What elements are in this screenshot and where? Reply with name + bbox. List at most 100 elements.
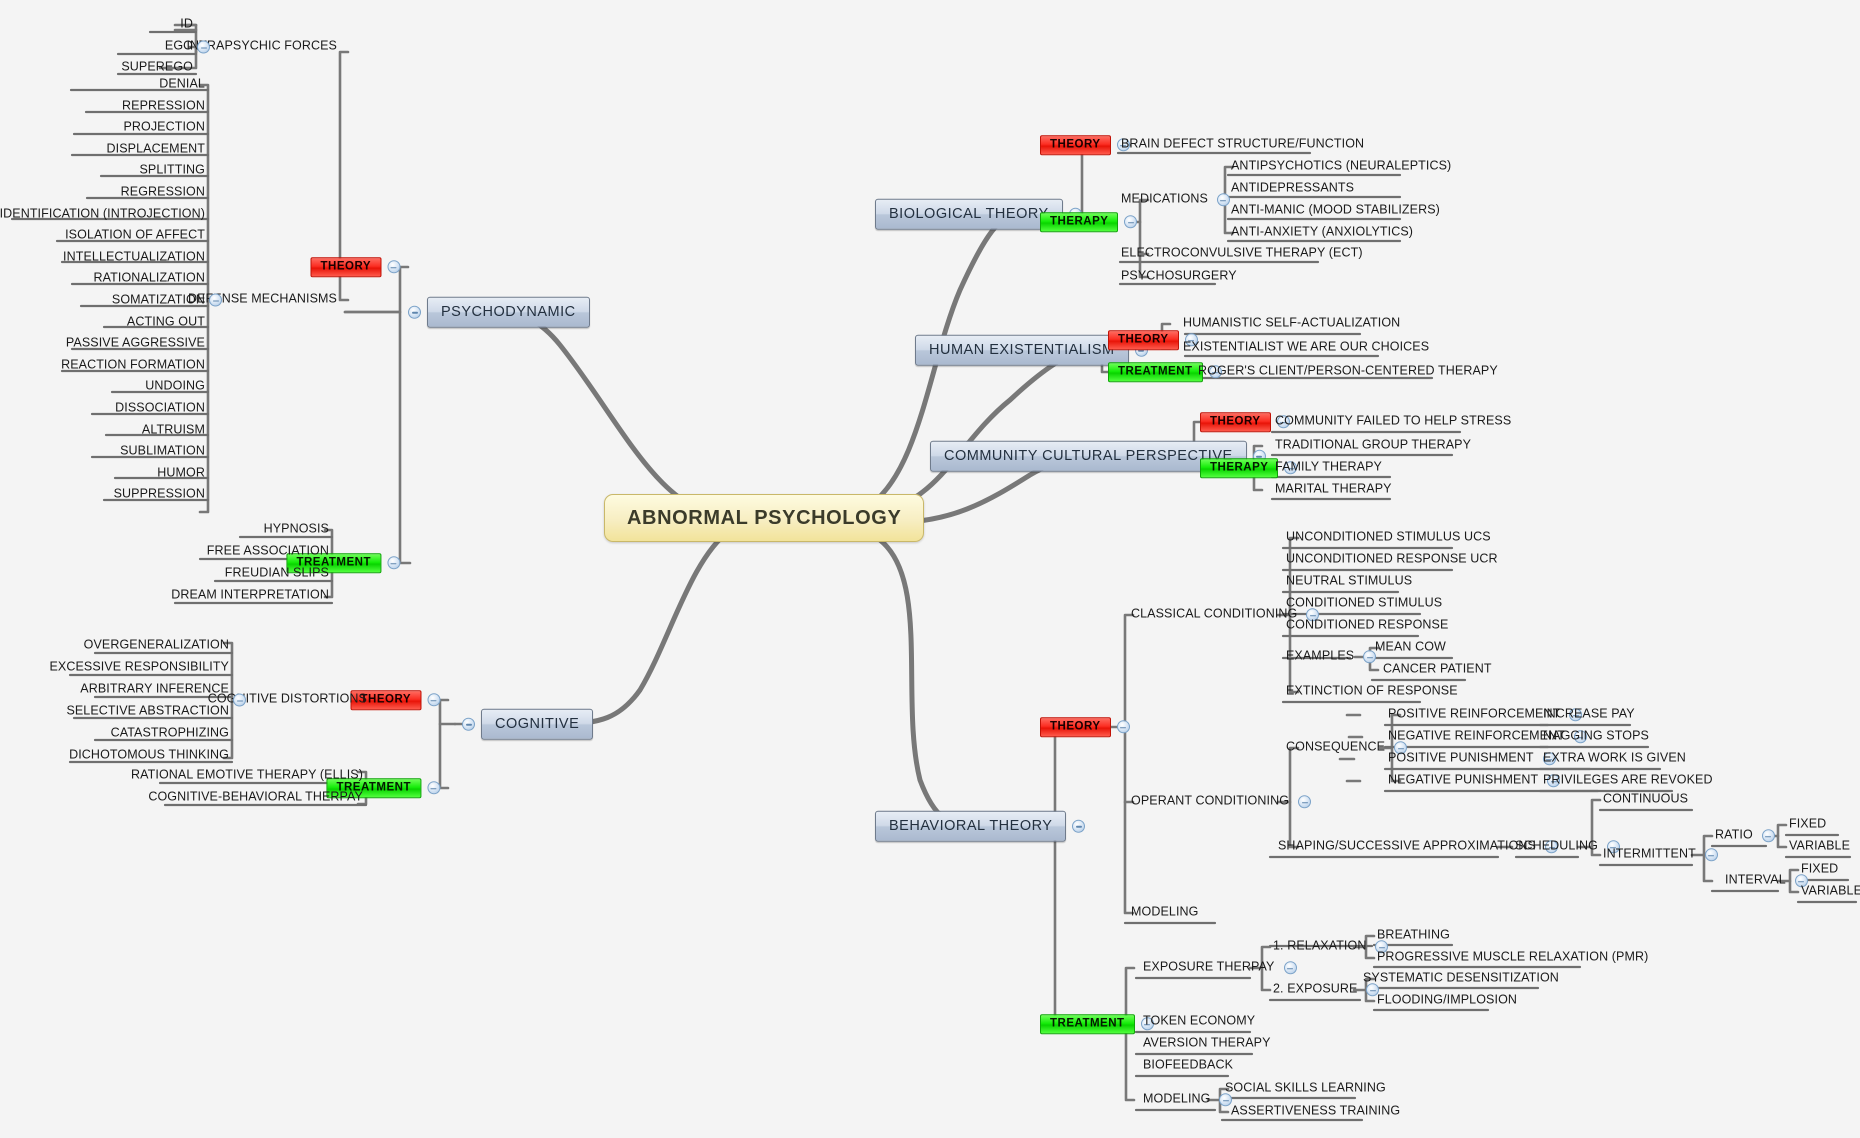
- leaf-aversion-therapy[interactable]: AVERSION THERAPY: [1140, 1036, 1274, 1052]
- node-positive-punishment[interactable]: POSITIVE PUNISHMENT: [1385, 751, 1556, 767]
- leaf-splitting[interactable]: SPLITTING: [137, 164, 209, 180]
- leaf-ratio-fixed[interactable]: FIXED: [1786, 817, 1829, 833]
- leaf-rational-emotive-therapy-ellis[interactable]: RATIONAL EMOTIVE THERAPY (ELLIS): [128, 768, 366, 784]
- node-relaxation-step[interactable]: 1. RELAXATION: [1270, 939, 1389, 955]
- leaf-selective-abstraction[interactable]: SELECTIVE ABSTRACTION: [63, 704, 232, 720]
- leaf-humanistic-self-actualization[interactable]: HUMANISTIC SELF-ACTUALIZATION: [1180, 316, 1403, 332]
- leaf-interval-fixed[interactable]: FIXED: [1798, 862, 1841, 878]
- leaf-interval-variable[interactable]: VARIABLE: [1798, 884, 1860, 900]
- collapse-icon[interactable]: [1072, 819, 1086, 833]
- leaf-passive-aggressive[interactable]: PASSIVE AGGRESSIVE: [63, 336, 208, 352]
- leaf-acting-out[interactable]: ACTING OUT: [124, 315, 208, 331]
- leaf-overgeneralization[interactable]: OVERGENERALIZATION: [81, 638, 232, 654]
- leaf-marital-therapy[interactable]: MARITAL THERAPY: [1272, 482, 1395, 498]
- leaf-reaction-formation[interactable]: REACTION FORMATION: [58, 358, 208, 374]
- node-modeling-treatment[interactable]: MODELING: [1140, 1092, 1233, 1108]
- leaf-traditional-group-therapy[interactable]: TRADITIONAL GROUP THERAPY: [1272, 438, 1474, 454]
- collapse-icon[interactable]: [387, 556, 400, 570]
- collapse-icon[interactable]: [1283, 961, 1297, 975]
- intrapsychic-collapse[interactable]: [197, 40, 210, 54]
- root-node[interactable]: ABNORMAL PSYCHOLOGY: [604, 494, 925, 542]
- leaf-existentialist-choices[interactable]: EXISTENTIALIST WE ARE OUR CHOICES: [1180, 340, 1432, 356]
- leaf-modeling-theory[interactable]: MODELING: [1128, 905, 1201, 921]
- leaf-repression[interactable]: REPRESSION: [119, 99, 208, 115]
- biological-therapy-chip[interactable]: THERAPY: [1040, 212, 1138, 232]
- leaf-anti-manic-mood-stabilizers[interactable]: ANTI-MANIC (MOOD STABILIZERS): [1228, 203, 1443, 219]
- leaf-identification-introjection[interactable]: IDENTIFICATION (INTROJECTION): [0, 207, 208, 223]
- leaf-social-skills-learning[interactable]: SOCIAL SKILLS LEARNING: [1222, 1081, 1389, 1097]
- leaf-conditioned-response[interactable]: CONDITIONED RESPONSE: [1283, 618, 1451, 634]
- collapse-icon[interactable]: [209, 293, 222, 307]
- leaf-regression[interactable]: REGRESSION: [118, 185, 208, 201]
- leaf-free-association[interactable]: FREE ASSOCIATION: [204, 544, 332, 560]
- leaf-brain-defect[interactable]: BRAIN DEFECT STRUCTURE/FUNCTION: [1118, 137, 1367, 153]
- leaf-antipsychotics-neuraleptics[interactable]: ANTIPSYCHOTICS (NEURALEPTICS): [1228, 159, 1454, 175]
- leaf-dream-interpretation[interactable]: DREAM INTERPRETATION: [168, 588, 332, 604]
- leaf-pmr[interactable]: PROGRESSIVE MUSCLE RELAXATION (PMR): [1374, 950, 1651, 966]
- branch-cognitive[interactable]: COGNITIVE: [462, 708, 594, 740]
- leaf-breathing[interactable]: BREATHING: [1374, 928, 1453, 944]
- leaf-cognitive-behavioral-therpay[interactable]: COGNITIVE-BEHAVIORAL THERPAY: [145, 790, 366, 806]
- behavioral-treatment-chip[interactable]: TREATMENT: [1040, 1014, 1154, 1034]
- leaf-mean-cow[interactable]: MEAN COW: [1372, 640, 1449, 656]
- leaf-community-failed[interactable]: COMMUNITY FAILED TO HELP STRESS: [1272, 414, 1514, 430]
- node-intermittent[interactable]: INTERMITTENT: [1600, 847, 1718, 863]
- leaf-ect[interactable]: ELECTROCONVULSIVE THERAPY (ECT): [1118, 246, 1366, 262]
- leaf-rogers-therapy[interactable]: ROGER'S CLIENT/PERSON-CENTERED THERAPY: [1195, 364, 1501, 380]
- leaf-projection[interactable]: PROJECTION: [120, 120, 208, 136]
- leaf-cancer-patient[interactable]: CANCER PATIENT: [1380, 662, 1495, 678]
- leaf-biofeedback[interactable]: BIOFEEDBACK: [1140, 1058, 1236, 1074]
- collapse-icon[interactable]: [462, 717, 475, 731]
- leaf-nagging-stops[interactable]: NAGGING STOPS: [1540, 729, 1652, 745]
- collapse-icon[interactable]: [427, 693, 440, 707]
- leaf-extra-work-is-given[interactable]: EXTRA WORK IS GIVEN: [1540, 751, 1689, 767]
- leaf-antidepressants[interactable]: ANTIDEPRESSANTS: [1228, 181, 1357, 197]
- leaf-privileges-are-revoked[interactable]: PRIVILEGES ARE REVOKED: [1540, 773, 1716, 789]
- collapse-icon[interactable]: [408, 305, 421, 319]
- leaf-denial[interactable]: DENIAL: [156, 77, 208, 93]
- node-ratio[interactable]: RATIO: [1712, 828, 1775, 844]
- leaf-catastrophizing[interactable]: CATASTROPHIZING: [108, 726, 232, 742]
- collapse-icon[interactable]: [1761, 829, 1775, 843]
- psychodynamic-theory-chip[interactable]: THEORY: [310, 257, 400, 277]
- defense-collapse[interactable]: [209, 293, 222, 307]
- leaf-intellectualization[interactable]: INTELLECTUALIZATION: [60, 250, 208, 266]
- leaf-sublimation[interactable]: SUBLIMATION: [117, 444, 208, 460]
- leaf-systematic-desensitization[interactable]: SYSTEMATIC DESENSITIZATION: [1360, 971, 1562, 987]
- leaf-id[interactable]: ID: [177, 17, 196, 33]
- leaf-somatization[interactable]: SOMATIZATION: [109, 293, 208, 309]
- behavioral-theory-chip[interactable]: THEORY: [1040, 717, 1130, 737]
- collapse-icon[interactable]: [197, 40, 210, 54]
- leaf-family-therapy[interactable]: FAMILY THERAPY: [1272, 460, 1385, 476]
- leaf-neutral-stimulus[interactable]: NEUTRAL STIMULUS: [1283, 574, 1415, 590]
- leaf-unconditioned-response-ucr[interactable]: UNCONDITIONED RESPONSE UCR: [1283, 552, 1501, 568]
- leaf-assertiveness-training[interactable]: ASSERTIVENESS TRAINING: [1228, 1104, 1403, 1120]
- leaf-humor[interactable]: HUMOR: [154, 466, 208, 482]
- leaf-arbitrary-inference[interactable]: ARBITRARY INFERENCE: [77, 682, 232, 698]
- leaf-conditioned-stimulus[interactable]: CONDITIONED STIMULUS: [1283, 596, 1445, 612]
- leaf-undoing[interactable]: UNDOING: [142, 380, 208, 396]
- collapse-icon[interactable]: [427, 781, 440, 795]
- leaf-freudian-slips[interactable]: FREUDIAN SLIPS: [222, 566, 332, 582]
- leaf-isolation-of-affect[interactable]: ISOLATION OF AFFECT: [62, 228, 208, 244]
- leaf-excessive-responsibility[interactable]: EXCESSIVE RESPONSIBILITY: [46, 660, 232, 676]
- node-operant-conditioning[interactable]: OPERANT CONDITIONING: [1128, 794, 1312, 810]
- node-medications[interactable]: MEDICATIONS: [1118, 192, 1230, 208]
- leaf-extinction-of-response[interactable]: EXTINCTION OF RESPONSE: [1283, 684, 1461, 700]
- leaf-ratio-variable[interactable]: VARIABLE: [1786, 839, 1853, 855]
- collapse-icon[interactable]: [1298, 795, 1312, 809]
- collapse-icon[interactable]: [1704, 848, 1718, 862]
- cognitive-distortions-collapse[interactable]: [233, 693, 246, 707]
- leaf-continuous[interactable]: CONTINUOUS: [1600, 792, 1691, 808]
- leaf-displacement[interactable]: DISPLACEMENT: [104, 142, 208, 158]
- leaf-ego[interactable]: EGO: [162, 39, 196, 55]
- collapse-icon[interactable]: [387, 260, 400, 274]
- branch-behavioral-theory[interactable]: BEHAVIORAL THEORY: [875, 810, 1086, 842]
- leaf-superego[interactable]: SUPEREGO: [118, 60, 196, 76]
- leaf-dissociation[interactable]: DISSOCIATION: [112, 401, 208, 417]
- leaf-altruism[interactable]: ALTRUISM: [139, 423, 208, 439]
- leaf-psychosurgery[interactable]: PSYCHOSURGERY: [1118, 269, 1240, 285]
- leaf-flooding-implosion[interactable]: FLOODING/IMPLOSION: [1374, 993, 1520, 1009]
- node-examples[interactable]: EXAMPLES: [1283, 649, 1377, 665]
- leaf-dichotomous-thinking[interactable]: DICHOTOMOUS THINKING: [66, 748, 232, 764]
